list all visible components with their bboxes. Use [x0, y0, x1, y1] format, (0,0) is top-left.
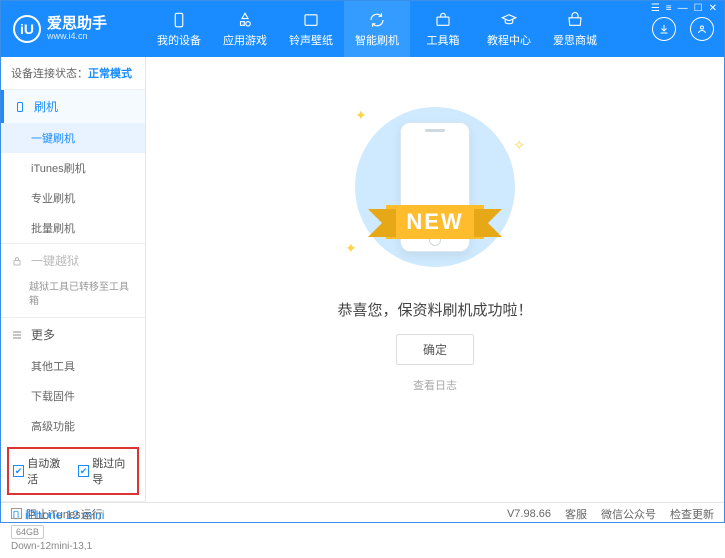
view-log-link[interactable]: 查看日志 — [413, 377, 457, 393]
device-storage: 64GB — [11, 525, 44, 539]
win-minimize-icon[interactable]: — — [678, 3, 688, 14]
header-right — [646, 17, 724, 41]
main-content: ✦ ✧ ✦ NEW 恭喜您，保资料刷机成功啦！ 确定 查看日志 — [146, 57, 724, 502]
phone-icon — [14, 100, 28, 114]
tab-store[interactable]: 爱思商城 — [542, 1, 608, 57]
account-button[interactable] — [690, 17, 714, 41]
success-illustration: ✦ ✧ ✦ NEW — [335, 97, 535, 277]
store-icon — [566, 11, 584, 29]
check-icon: ✔ — [13, 465, 24, 477]
refresh-icon — [368, 11, 386, 29]
tab-ringtones[interactable]: 铃声壁纸 — [278, 1, 344, 57]
checkbox-skip-guide[interactable]: ✔跳过向导 — [78, 455, 133, 487]
checkbox-block-itunes[interactable] — [11, 508, 22, 519]
jailbreak-note: 越狱工具已转移至工具箱 — [29, 281, 133, 309]
lock-icon — [11, 255, 25, 267]
device-firmware: Down-12mini-13,1 — [11, 541, 135, 552]
customer-service-link[interactable]: 客服 — [565, 506, 587, 522]
tab-my-device[interactable]: 我的设备 — [146, 1, 212, 57]
version-label: V7.98.66 — [507, 508, 551, 520]
sidebar-item-oneclick-flash[interactable]: 一键刷机 — [1, 123, 145, 153]
wechat-link[interactable]: 微信公众号 — [601, 506, 656, 522]
connection-status: 设备连接状态：正常模式 — [1, 57, 145, 89]
sidebar-item-pro-flash[interactable]: 专业刷机 — [1, 183, 145, 213]
success-message: 恭喜您，保资料刷机成功啦！ — [337, 299, 532, 320]
tab-apps[interactable]: 应用游戏 — [212, 1, 278, 57]
win-close-icon[interactable]: ✕ — [709, 3, 717, 14]
sidebar-item-download-firmware[interactable]: 下载固件 — [1, 381, 145, 411]
check-icon: ✔ — [78, 465, 89, 477]
sidebar-head-flash[interactable]: 刷机 — [1, 90, 145, 123]
graduation-icon — [500, 11, 518, 29]
header: ☰ ≡ — ☐ ✕ iU 爱思助手 www.i4.cn 我的设备 应用游戏 铃声… — [1, 1, 724, 57]
tab-smart-flash[interactable]: 智能刷机 — [344, 1, 410, 57]
block-itunes-label: 阻止iTunes运行 — [26, 506, 103, 522]
apps-icon — [236, 11, 254, 29]
sidebar-head-jailbreak[interactable]: 一键越狱 — [1, 244, 145, 277]
logo-icon: iU — [13, 15, 41, 43]
download-button[interactable] — [652, 17, 676, 41]
win-maximize-icon[interactable]: ☐ — [694, 3, 703, 14]
sidebar-item-batch-flash[interactable]: 批量刷机 — [1, 213, 145, 243]
sparkle-icon: ✦ — [355, 107, 367, 124]
checkbox-highlight-box: ✔自动激活 ✔跳过向导 — [7, 447, 139, 495]
wallpaper-icon — [302, 11, 320, 29]
tab-toolbox[interactable]: 工具箱 — [410, 1, 476, 57]
checkbox-auto-activate[interactable]: ✔自动激活 — [13, 455, 68, 487]
sidebar-item-itunes-flash[interactable]: iTunes刷机 — [1, 153, 145, 183]
list-icon — [11, 329, 25, 341]
toolbox-icon — [434, 11, 452, 29]
check-update-link[interactable]: 检查更新 — [670, 506, 714, 522]
app-url: www.i4.cn — [47, 32, 107, 42]
phone-icon — [170, 11, 188, 29]
ok-button[interactable]: 确定 — [396, 334, 474, 365]
sidebar-item-other-tools[interactable]: 其他工具 — [1, 351, 145, 381]
main-tabs: 我的设备 应用游戏 铃声壁纸 智能刷机 工具箱 教程中心 爱思商城 — [146, 1, 646, 57]
sidebar-head-more[interactable]: 更多 — [1, 318, 145, 351]
tab-tutorials[interactable]: 教程中心 — [476, 1, 542, 57]
sparkle-icon: ✦ — [345, 240, 357, 257]
sidebar: 设备连接状态：正常模式 刷机 一键刷机 iTunes刷机 专业刷机 批量刷机 一… — [1, 57, 146, 502]
logo: iU 爱思助手 www.i4.cn — [1, 15, 146, 43]
win-config-icon[interactable]: ≡ — [666, 3, 672, 14]
sidebar-item-advanced[interactable]: 高级功能 — [1, 411, 145, 441]
new-ribbon: NEW — [386, 205, 483, 239]
window-controls: ☰ ≡ — ☐ ✕ — [651, 3, 717, 14]
win-menu-icon[interactable]: ☰ — [651, 3, 660, 14]
sparkle-icon: ✧ — [513, 137, 525, 154]
app-title: 爱思助手 — [47, 16, 107, 33]
